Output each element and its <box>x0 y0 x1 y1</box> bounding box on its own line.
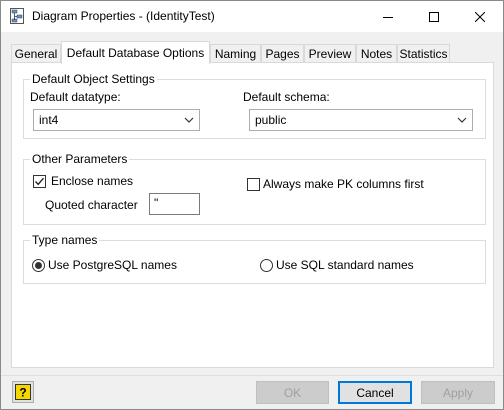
tab-preview[interactable]: Preview <box>304 44 356 63</box>
minimize-button[interactable] <box>365 1 411 32</box>
maximize-icon <box>429 11 439 22</box>
window-title: Diagram Properties - (IdentityTest) <box>32 9 215 23</box>
cancel-button[interactable]: Cancel <box>338 381 412 404</box>
ok-button[interactable]: OK <box>256 381 329 404</box>
tab-strip: General Default Database Options Naming … <box>11 41 495 64</box>
default-schema-value: public <box>255 113 287 127</box>
chevron-down-icon <box>457 117 467 123</box>
svg-text:?: ? <box>19 386 26 400</box>
checkmark-icon <box>34 177 45 186</box>
cancel-button-label: Cancel <box>356 385 394 400</box>
default-datatype-label: Default datatype: <box>30 90 121 104</box>
ok-button-label: OK <box>283 385 302 400</box>
enclose-names-checkbox[interactable] <box>33 175 46 188</box>
maximize-button[interactable] <box>411 1 457 32</box>
postgresql-names-radio[interactable] <box>32 259 45 272</box>
group-title: Type names <box>30 233 100 247</box>
minimize-icon <box>383 16 393 18</box>
quoted-character-label: Quoted character <box>45 198 138 212</box>
title-bar[interactable]: Diagram Properties - (IdentityTest) <box>1 1 503 32</box>
default-schema-label: Default schema: <box>243 90 330 104</box>
help-button[interactable]: ? <box>12 381 34 403</box>
apply-button-label: Apply <box>442 385 474 400</box>
tab-label: Default Database Options <box>66 46 205 60</box>
tab-label: Naming <box>214 47 257 61</box>
tab-label: Pages <box>265 47 300 61</box>
tab-page-default-database-options: Default Object Settings Default datatype… <box>11 62 494 368</box>
dialog-window: Diagram Properties - (IdentityTest) Gene… <box>0 0 504 410</box>
close-button[interactable] <box>457 1 503 32</box>
pk-columns-first-label: Always make PK columns first <box>263 177 424 191</box>
tab-label: Preview <box>308 47 352 61</box>
tab-default-database-options[interactable]: Default Database Options <box>61 41 210 64</box>
sql-standard-names-radio[interactable] <box>260 259 273 272</box>
default-datatype-select[interactable]: int4 <box>33 109 200 131</box>
radio-selected-dot <box>35 262 42 269</box>
type-names-group: Type names Use PostgreSQL names Use SQL … <box>23 233 486 284</box>
postgresql-names-label: Use PostgreSQL names <box>48 258 177 272</box>
group-title: Default Object Settings <box>30 72 157 86</box>
help-icon: ? <box>15 384 31 400</box>
default-schema-select[interactable]: public <box>249 109 473 131</box>
tab-naming[interactable]: Naming <box>210 44 261 63</box>
chevron-down-icon <box>184 117 194 123</box>
default-datatype-value: int4 <box>39 113 59 127</box>
sql-standard-names-label: Use SQL standard names <box>276 258 414 272</box>
tab-label: General <box>14 47 58 61</box>
tab-statistics[interactable]: Statistics <box>397 44 450 63</box>
diagram-properties-icon <box>10 8 24 24</box>
tab-general[interactable]: General <box>11 44 61 63</box>
pk-columns-first-checkbox[interactable] <box>247 178 260 191</box>
group-title: Other Parameters <box>30 152 130 166</box>
tab-pages[interactable]: Pages <box>261 44 304 63</box>
enclose-names-label: Enclose names <box>51 174 134 188</box>
tab-label: Notes <box>360 47 393 61</box>
footer-separator <box>1 375 503 376</box>
quoted-character-value: " <box>154 196 159 210</box>
tab-notes[interactable]: Notes <box>356 44 397 63</box>
tab-label: Statistics <box>399 47 448 61</box>
apply-button[interactable]: Apply <box>421 381 495 404</box>
quoted-character-input[interactable]: " <box>149 193 200 215</box>
other-parameters-group: Other Parameters Enclose names Quoted ch… <box>23 152 486 225</box>
default-object-settings-group: Default Object Settings Default datatype… <box>23 72 486 139</box>
close-icon <box>475 11 485 22</box>
